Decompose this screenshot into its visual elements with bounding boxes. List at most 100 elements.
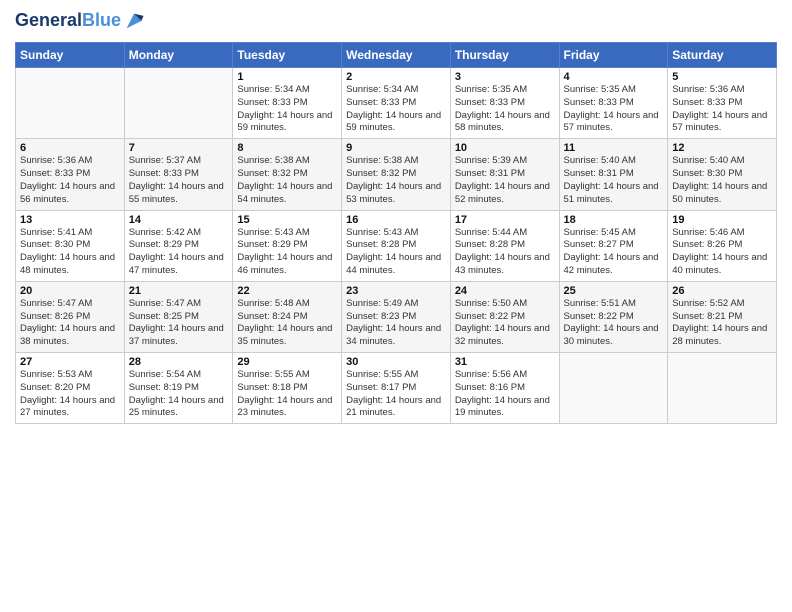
- day-info: Sunrise: 5:36 AMSunset: 8:33 PMDaylight:…: [20, 155, 120, 206]
- day-number: 5: [672, 71, 772, 83]
- calendar-cell: [16, 68, 125, 139]
- day-number: 24: [455, 285, 555, 297]
- calendar-cell: 30Sunrise: 5:55 AMSunset: 8:17 PMDayligh…: [342, 353, 451, 424]
- day-number: 9: [346, 142, 446, 154]
- calendar-cell: [124, 68, 233, 139]
- day-info: Sunrise: 5:39 AMSunset: 8:31 PMDaylight:…: [455, 155, 555, 206]
- calendar-cell: 19Sunrise: 5:46 AMSunset: 8:26 PMDayligh…: [668, 210, 777, 281]
- day-number: 14: [129, 214, 229, 226]
- day-info: Sunrise: 5:34 AMSunset: 8:33 PMDaylight:…: [237, 84, 337, 135]
- day-info: Sunrise: 5:35 AMSunset: 8:33 PMDaylight:…: [455, 84, 555, 135]
- day-info: Sunrise: 5:45 AMSunset: 8:27 PMDaylight:…: [564, 227, 664, 278]
- calendar-cell: 15Sunrise: 5:43 AMSunset: 8:29 PMDayligh…: [233, 210, 342, 281]
- calendar-cell: 17Sunrise: 5:44 AMSunset: 8:28 PMDayligh…: [450, 210, 559, 281]
- day-info: Sunrise: 5:38 AMSunset: 8:32 PMDaylight:…: [237, 155, 337, 206]
- week-row-3: 13Sunrise: 5:41 AMSunset: 8:30 PMDayligh…: [16, 210, 777, 281]
- weekday-wednesday: Wednesday: [342, 43, 451, 68]
- day-info: Sunrise: 5:42 AMSunset: 8:29 PMDaylight:…: [129, 227, 229, 278]
- day-info: Sunrise: 5:44 AMSunset: 8:28 PMDaylight:…: [455, 227, 555, 278]
- day-number: 15: [237, 214, 337, 226]
- day-number: 19: [672, 214, 772, 226]
- calendar-cell: 8Sunrise: 5:38 AMSunset: 8:32 PMDaylight…: [233, 139, 342, 210]
- day-number: 27: [20, 356, 120, 368]
- day-number: 30: [346, 356, 446, 368]
- day-info: Sunrise: 5:43 AMSunset: 8:28 PMDaylight:…: [346, 227, 446, 278]
- day-info: Sunrise: 5:37 AMSunset: 8:33 PMDaylight:…: [129, 155, 229, 206]
- calendar-cell: 13Sunrise: 5:41 AMSunset: 8:30 PMDayligh…: [16, 210, 125, 281]
- logo: GeneralBlue: [15, 10, 145, 32]
- day-number: 4: [564, 71, 664, 83]
- day-info: Sunrise: 5:47 AMSunset: 8:25 PMDaylight:…: [129, 298, 229, 349]
- header: GeneralBlue: [15, 10, 777, 32]
- weekday-monday: Monday: [124, 43, 233, 68]
- page: GeneralBlue SundayMondayTuesdayWednesday…: [0, 0, 792, 612]
- day-info: Sunrise: 5:47 AMSunset: 8:26 PMDaylight:…: [20, 298, 120, 349]
- day-info: Sunrise: 5:43 AMSunset: 8:29 PMDaylight:…: [237, 227, 337, 278]
- day-info: Sunrise: 5:56 AMSunset: 8:16 PMDaylight:…: [455, 369, 555, 420]
- day-info: Sunrise: 5:51 AMSunset: 8:22 PMDaylight:…: [564, 298, 664, 349]
- day-number: 28: [129, 356, 229, 368]
- calendar-cell: 29Sunrise: 5:55 AMSunset: 8:18 PMDayligh…: [233, 353, 342, 424]
- day-info: Sunrise: 5:36 AMSunset: 8:33 PMDaylight:…: [672, 84, 772, 135]
- calendar-cell: 26Sunrise: 5:52 AMSunset: 8:21 PMDayligh…: [668, 281, 777, 352]
- calendar-cell: 27Sunrise: 5:53 AMSunset: 8:20 PMDayligh…: [16, 353, 125, 424]
- calendar-cell: 9Sunrise: 5:38 AMSunset: 8:32 PMDaylight…: [342, 139, 451, 210]
- day-number: 2: [346, 71, 446, 83]
- calendar-cell: 2Sunrise: 5:34 AMSunset: 8:33 PMDaylight…: [342, 68, 451, 139]
- day-number: 1: [237, 71, 337, 83]
- calendar-cell: 7Sunrise: 5:37 AMSunset: 8:33 PMDaylight…: [124, 139, 233, 210]
- week-row-5: 27Sunrise: 5:53 AMSunset: 8:20 PMDayligh…: [16, 353, 777, 424]
- calendar-cell: 31Sunrise: 5:56 AMSunset: 8:16 PMDayligh…: [450, 353, 559, 424]
- week-row-1: 1Sunrise: 5:34 AMSunset: 8:33 PMDaylight…: [16, 68, 777, 139]
- day-info: Sunrise: 5:50 AMSunset: 8:22 PMDaylight:…: [455, 298, 555, 349]
- day-info: Sunrise: 5:52 AMSunset: 8:21 PMDaylight:…: [672, 298, 772, 349]
- calendar-cell: [668, 353, 777, 424]
- day-number: 29: [237, 356, 337, 368]
- week-row-4: 20Sunrise: 5:47 AMSunset: 8:26 PMDayligh…: [16, 281, 777, 352]
- calendar-cell: 16Sunrise: 5:43 AMSunset: 8:28 PMDayligh…: [342, 210, 451, 281]
- day-number: 20: [20, 285, 120, 297]
- weekday-saturday: Saturday: [668, 43, 777, 68]
- calendar-cell: 4Sunrise: 5:35 AMSunset: 8:33 PMDaylight…: [559, 68, 668, 139]
- day-info: Sunrise: 5:40 AMSunset: 8:31 PMDaylight:…: [564, 155, 664, 206]
- day-info: Sunrise: 5:54 AMSunset: 8:19 PMDaylight:…: [129, 369, 229, 420]
- logo-icon: [123, 10, 145, 32]
- calendar-cell: 25Sunrise: 5:51 AMSunset: 8:22 PMDayligh…: [559, 281, 668, 352]
- calendar-cell: 20Sunrise: 5:47 AMSunset: 8:26 PMDayligh…: [16, 281, 125, 352]
- day-info: Sunrise: 5:46 AMSunset: 8:26 PMDaylight:…: [672, 227, 772, 278]
- weekday-friday: Friday: [559, 43, 668, 68]
- day-info: Sunrise: 5:41 AMSunset: 8:30 PMDaylight:…: [20, 227, 120, 278]
- calendar-cell: 3Sunrise: 5:35 AMSunset: 8:33 PMDaylight…: [450, 68, 559, 139]
- day-info: Sunrise: 5:48 AMSunset: 8:24 PMDaylight:…: [237, 298, 337, 349]
- calendar-cell: 12Sunrise: 5:40 AMSunset: 8:30 PMDayligh…: [668, 139, 777, 210]
- day-number: 11: [564, 142, 664, 154]
- day-number: 31: [455, 356, 555, 368]
- weekday-header-row: SundayMondayTuesdayWednesdayThursdayFrid…: [16, 43, 777, 68]
- day-number: 17: [455, 214, 555, 226]
- day-number: 12: [672, 142, 772, 154]
- day-number: 21: [129, 285, 229, 297]
- day-info: Sunrise: 5:49 AMSunset: 8:23 PMDaylight:…: [346, 298, 446, 349]
- week-row-2: 6Sunrise: 5:36 AMSunset: 8:33 PMDaylight…: [16, 139, 777, 210]
- logo-text: GeneralBlue: [15, 11, 121, 31]
- day-number: 13: [20, 214, 120, 226]
- day-number: 23: [346, 285, 446, 297]
- calendar-cell: 6Sunrise: 5:36 AMSunset: 8:33 PMDaylight…: [16, 139, 125, 210]
- day-info: Sunrise: 5:35 AMSunset: 8:33 PMDaylight:…: [564, 84, 664, 135]
- day-number: 18: [564, 214, 664, 226]
- calendar-table: SundayMondayTuesdayWednesdayThursdayFrid…: [15, 42, 777, 424]
- day-number: 7: [129, 142, 229, 154]
- day-info: Sunrise: 5:55 AMSunset: 8:18 PMDaylight:…: [237, 369, 337, 420]
- calendar-cell: 1Sunrise: 5:34 AMSunset: 8:33 PMDaylight…: [233, 68, 342, 139]
- calendar-cell: 22Sunrise: 5:48 AMSunset: 8:24 PMDayligh…: [233, 281, 342, 352]
- calendar-cell: 5Sunrise: 5:36 AMSunset: 8:33 PMDaylight…: [668, 68, 777, 139]
- day-number: 3: [455, 71, 555, 83]
- day-info: Sunrise: 5:34 AMSunset: 8:33 PMDaylight:…: [346, 84, 446, 135]
- day-number: 10: [455, 142, 555, 154]
- calendar-cell: 10Sunrise: 5:39 AMSunset: 8:31 PMDayligh…: [450, 139, 559, 210]
- calendar-cell: 23Sunrise: 5:49 AMSunset: 8:23 PMDayligh…: [342, 281, 451, 352]
- calendar-cell: 24Sunrise: 5:50 AMSunset: 8:22 PMDayligh…: [450, 281, 559, 352]
- calendar-cell: 28Sunrise: 5:54 AMSunset: 8:19 PMDayligh…: [124, 353, 233, 424]
- day-info: Sunrise: 5:40 AMSunset: 8:30 PMDaylight:…: [672, 155, 772, 206]
- day-number: 8: [237, 142, 337, 154]
